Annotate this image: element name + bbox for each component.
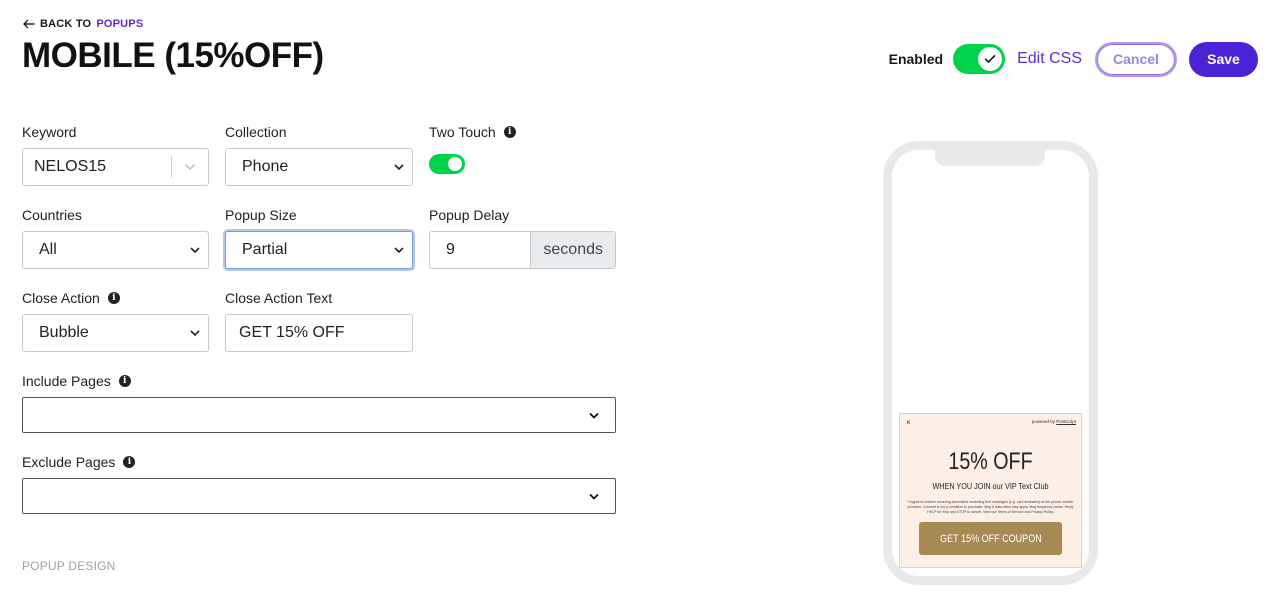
keyword-label: Keyword	[22, 124, 76, 140]
chevron-down-icon	[190, 247, 200, 253]
info-icon[interactable]: i	[123, 456, 136, 468]
popup-cta-label: GET 15% OFF COUPON	[939, 532, 1042, 545]
popup-delay-label-text: Popup Delay	[429, 207, 510, 223]
keyword-value: NELOS15	[34, 158, 107, 175]
popup-cta-button[interactable]: GET 15% OFF COUPON	[919, 522, 1062, 555]
save-button[interactable]: Save	[1189, 41, 1258, 77]
check-icon	[984, 55, 996, 63]
popup-preview: × powered by Postscript 15% OFF WHEN YOU…	[899, 413, 1082, 568]
enabled-toggle[interactable]	[953, 44, 1006, 74]
chevron-down-icon[interactable]	[172, 163, 208, 171]
cancel-button[interactable]: Cancel	[1095, 41, 1177, 77]
include-pages-label-text: Include Pages	[22, 373, 111, 389]
toggle-knob	[978, 47, 1003, 71]
chevron-down-icon	[589, 412, 599, 419]
chevron-down-icon	[394, 247, 404, 253]
chevron-down-icon	[394, 164, 404, 170]
back-to-popups-link[interactable]: BACK TO POPUPS	[22, 18, 143, 30]
popup-size-label-text: Popup Size	[225, 207, 297, 223]
countries-value: All	[39, 241, 57, 258]
countries-select[interactable]: All	[22, 231, 209, 269]
back-link-target: POPUPS	[96, 18, 144, 30]
back-link-prefix: BACK TO	[40, 18, 92, 30]
popup-size-value: Partial	[242, 241, 288, 258]
popup-delay-input-group: 9 seconds	[429, 231, 616, 269]
popup-size-select[interactable]: Partial	[225, 231, 413, 269]
popup-delay-input[interactable]: 9	[430, 241, 530, 259]
edit-css-link[interactable]: Edit CSS	[1017, 50, 1082, 68]
include-pages-select[interactable]	[22, 397, 616, 433]
collection-value: Phone	[242, 158, 289, 175]
powered-by-brand[interactable]: Postscript	[1056, 419, 1076, 424]
popup-headline: 15% OFF	[948, 448, 1033, 475]
header-actions: Enabled Edit CSS Cancel Save	[889, 41, 1258, 77]
keyword-label-text: Keyword	[22, 124, 77, 140]
exclude-pages-label: Exclude Pages i	[22, 454, 136, 470]
arrow-left-icon	[23, 19, 35, 29]
close-action-text-label: Close Action Text	[225, 290, 332, 306]
close-action-value: Bubble	[39, 324, 89, 341]
info-icon[interactable]: i	[503, 126, 516, 138]
popup-delay-label: Popup Delay	[429, 207, 509, 223]
collection-label: Collection	[225, 124, 286, 140]
close-action-text-value: GET 15% OFF	[239, 324, 345, 341]
collection-select[interactable]: Phone	[225, 148, 413, 186]
enabled-label: Enabled	[888, 51, 944, 67]
close-action-select[interactable]: Bubble	[22, 314, 209, 352]
exclude-pages-select[interactable]	[22, 478, 616, 514]
popup-design-section-label: POPUP DESIGN	[22, 559, 116, 573]
collection-label-text: Collection	[225, 124, 287, 140]
countries-label: Countries	[22, 207, 82, 223]
close-action-label-text: Close Action	[22, 290, 100, 306]
keyword-select[interactable]: NELOS15	[22, 148, 209, 186]
popup-size-label: Popup Size	[225, 207, 297, 223]
popup-subheadline: WHEN YOU JOIN our VIP Text Club	[932, 481, 1049, 491]
powered-by-prefix: powered by	[1031, 419, 1055, 424]
exclude-pages-label-text: Exclude Pages	[22, 454, 116, 470]
two-touch-toggle[interactable]	[429, 154, 465, 174]
two-touch-label-text: Two Touch	[429, 124, 496, 140]
popup-fine-print: *I agree to receive recurring automated …	[907, 500, 1074, 514]
phone-notch	[935, 150, 1045, 166]
popup-delay-unit: seconds	[530, 232, 615, 268]
close-action-text-input[interactable]: GET 15% OFF	[225, 314, 413, 352]
chevron-down-icon	[589, 493, 599, 500]
chevron-down-icon	[190, 330, 200, 336]
close-action-label: Close Action i	[22, 290, 120, 306]
close-action-text-label-text: Close Action Text	[225, 290, 333, 306]
info-icon[interactable]: i	[107, 292, 120, 304]
toggle-knob	[448, 157, 462, 171]
phone-preview: × powered by Postscript 15% OFF WHEN YOU…	[883, 141, 1098, 585]
close-icon[interactable]: ×	[906, 418, 911, 427]
info-icon[interactable]: i	[118, 375, 131, 387]
powered-by-text: powered by Postscript	[1032, 419, 1076, 424]
countries-label-text: Countries	[22, 207, 82, 223]
include-pages-label: Include Pages i	[22, 373, 131, 389]
page-title: MOBILE (15%OFF)	[22, 36, 324, 75]
two-touch-label: Two Touch i	[429, 124, 516, 140]
